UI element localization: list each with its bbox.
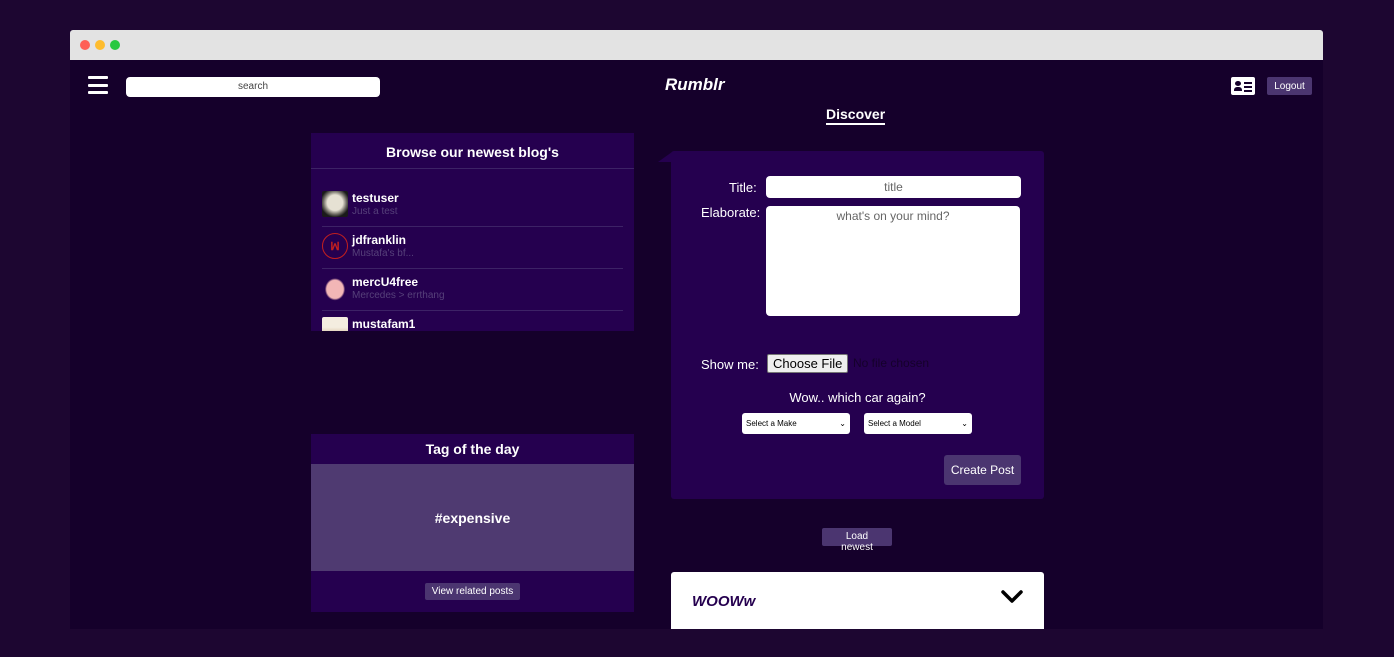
title-input[interactable] xyxy=(766,176,1021,198)
create-post-button[interactable]: Create Post xyxy=(944,455,1021,485)
newest-blogs-title: Browse our newest blog's xyxy=(311,133,634,169)
blog-item-mercU4free[interactable]: mercU4free Mercedes > errthang xyxy=(322,269,623,311)
chevron-down-icon[interactable] xyxy=(1000,587,1024,607)
page: Rumblr Logout Discover Browse our newest… xyxy=(70,60,1323,629)
profile-card-icon[interactable] xyxy=(1231,77,1255,95)
newest-blogs-panel: Browse our newest blog's testuser Just a… xyxy=(311,133,634,331)
tag-of-the-day-title: Tag of the day xyxy=(425,441,520,457)
car-question-label: Wow.. which car again? xyxy=(789,390,926,405)
page-title[interactable]: Discover xyxy=(826,106,886,125)
minimize-window-button[interactable] xyxy=(95,40,105,50)
tag-of-the-day-panel: Tag of the day #expensive View related p… xyxy=(311,434,634,612)
search-bar xyxy=(126,76,380,97)
chevron-down-icon: ⌄ xyxy=(961,419,968,428)
title-label: Title: xyxy=(729,180,757,195)
post-title: WOOWw xyxy=(692,593,756,610)
blog-description: Mercedes > errthang xyxy=(352,290,445,301)
create-post-form: Title: Elaborate: Show me: Choose File N… xyxy=(671,151,1044,499)
blog-item-testuser[interactable]: testuser Just a test xyxy=(322,185,623,227)
profile-head xyxy=(1235,81,1241,86)
browser-title-bar xyxy=(70,30,1323,60)
app-logo[interactable]: Rumblr xyxy=(665,75,725,95)
tag-footer: View related posts xyxy=(311,571,634,612)
tag-of-the-day-value[interactable]: #expensive xyxy=(311,464,634,571)
avatar: ꟽ xyxy=(322,233,348,259)
logout-button[interactable]: Logout xyxy=(1267,77,1312,95)
avatar xyxy=(322,317,348,331)
blog-name: mercU4free xyxy=(352,275,419,289)
menu-line xyxy=(88,91,108,94)
form-pointer-arrow xyxy=(658,152,672,162)
profile-line xyxy=(1244,82,1252,84)
file-status: No file chosen xyxy=(853,356,930,370)
menu-line xyxy=(88,83,108,87)
chevron-down-icon: ⌄ xyxy=(839,419,846,428)
profile-body xyxy=(1234,87,1242,91)
blog-name: jdfranklin xyxy=(352,233,407,247)
blog-list: testuser Just a test ꟽ jdfranklin Mustaf… xyxy=(311,185,634,331)
view-related-posts-button[interactable]: View related posts xyxy=(424,583,521,600)
show-me-label: Show me: xyxy=(701,357,759,372)
make-select-value: Select a Make xyxy=(746,419,797,428)
choose-file-button[interactable]: Choose File xyxy=(767,354,849,373)
blog-description: Mustafa's bf... xyxy=(352,248,414,259)
blog-item-mustafam1[interactable]: mustafam1 xyxy=(322,311,623,331)
post-card: WOOWw xyxy=(671,572,1044,629)
make-select[interactable]: Select a Make ⌄ xyxy=(742,413,850,434)
browser-window: Rumblr Logout Discover Browse our newest… xyxy=(70,30,1323,629)
menu-line xyxy=(88,76,108,79)
model-select[interactable]: Select a Model ⌄ xyxy=(864,413,972,434)
load-newest-button[interactable]: Load newest xyxy=(822,528,892,553)
blog-name: testuser xyxy=(352,191,399,205)
search-input[interactable] xyxy=(126,76,380,97)
blog-item-jdfranklin[interactable]: ꟽ jdfranklin Mustafa's bf... xyxy=(322,227,623,269)
avatar xyxy=(322,275,348,301)
blog-name: mustafam1 xyxy=(352,317,416,331)
maximize-window-button[interactable] xyxy=(110,40,120,50)
avatar xyxy=(322,191,348,217)
model-select-value: Select a Model xyxy=(868,419,921,428)
elaborate-label: Elaborate: xyxy=(701,205,761,220)
close-window-button[interactable] xyxy=(80,40,90,50)
elaborate-textarea[interactable] xyxy=(766,206,1020,316)
profile-line xyxy=(1244,90,1252,92)
blog-description: Just a test xyxy=(352,206,398,217)
hamburger-menu-icon[interactable] xyxy=(88,76,108,94)
profile-line xyxy=(1244,86,1252,88)
